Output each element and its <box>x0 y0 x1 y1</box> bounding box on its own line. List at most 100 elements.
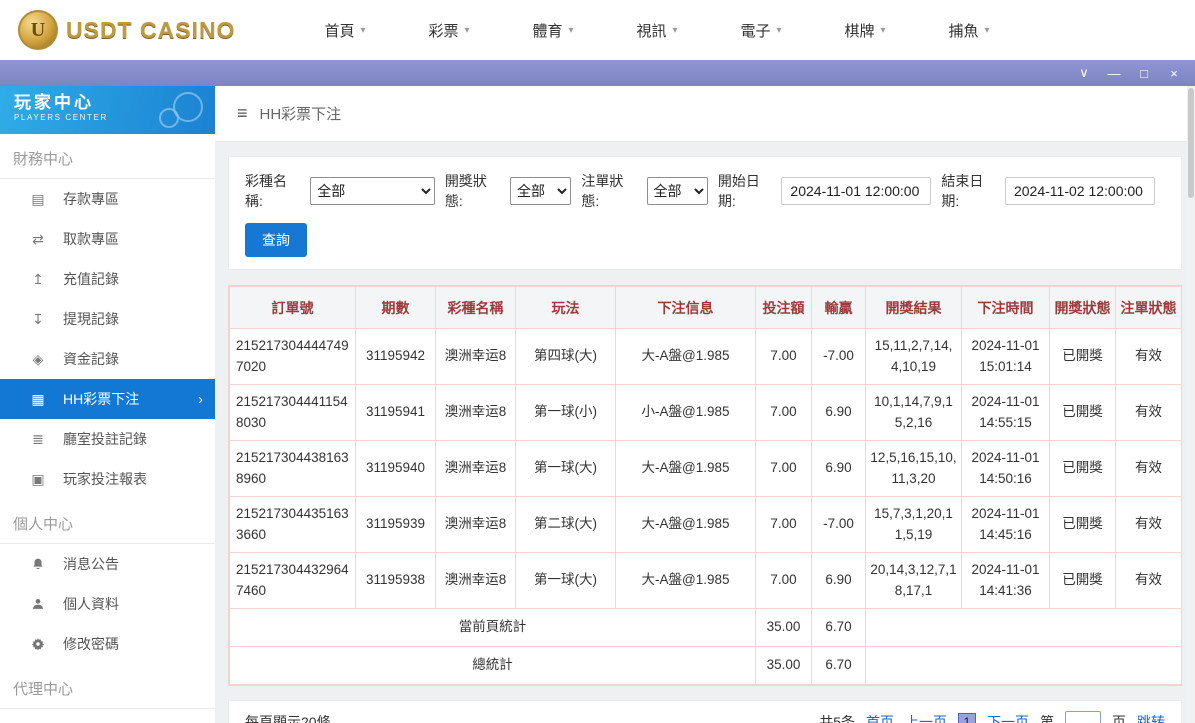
filter-label: 注單狀態: <box>581 173 624 209</box>
scrollbar-thumb[interactable] <box>1188 88 1194 198</box>
prev-page-link[interactable]: 上一页 <box>905 712 947 723</box>
sidebar-item-change-password[interactable]: 修改密碼 <box>0 624 215 664</box>
jump-prefix-text: 第 <box>1040 714 1054 723</box>
cell-order-status: 有效 <box>1115 328 1182 385</box>
cell-period: 31195940 <box>355 440 436 497</box>
cell-order-no: 2152173044351633660 <box>229 496 356 553</box>
jump-suffix-text: 页 <box>1112 714 1126 723</box>
col-result: 開獎結果 <box>865 286 962 329</box>
cell-amount: 7.00 <box>755 440 812 497</box>
cell-draw-status: 已開獎 <box>1049 552 1116 609</box>
lottery-name-select[interactable]: 全部 <box>310 177 435 205</box>
window-dropdown-icon[interactable]: ∨ <box>1069 60 1099 86</box>
window-maximize-icon[interactable]: □ <box>1129 60 1159 86</box>
table-row: 2152173044351633660 31195939 澳洲幸运8 第二球(大… <box>229 496 1182 553</box>
nav-item-live[interactable]: 視訊 ▾ <box>605 0 709 60</box>
cell-result: 15,7,3,1,20,11,5,19 <box>865 496 962 553</box>
chevron-down-icon: ▾ <box>984 24 990 36</box>
sidebar-item-recharge-record[interactable]: ↥ 充值記錄 <box>0 259 215 299</box>
nav-item-cards[interactable]: 棋牌 ▾ <box>813 0 917 60</box>
cell-lottery: 澳洲幸运8 <box>435 440 516 497</box>
filter-start-date: 開始日期: <box>718 171 932 211</box>
filter-label: 開獎狀態: <box>444 173 487 209</box>
cell-draw-status: 已開獎 <box>1049 440 1116 497</box>
cell-bet-time: 2024-11-01 14:50:16 <box>961 440 1050 497</box>
total-count-text: 共5条 <box>819 714 855 723</box>
nav-item-fishing[interactable]: 捕魚 ▾ <box>917 0 1021 60</box>
sidebar-item-label: 存款專區 <box>63 191 119 207</box>
deposit-card-icon: ▤ <box>31 190 45 207</box>
sidebar-item-player-report[interactable]: ▣ 玩家投注報表 <box>0 459 215 499</box>
sidebar-item-label: 修改密碼 <box>63 636 119 652</box>
sidebar-item-deposit[interactable]: ▤ 存款專區 <box>0 179 215 219</box>
cell-draw-status: 已開獎 <box>1049 328 1116 385</box>
chevron-right-icon: › <box>198 390 203 408</box>
sidebar-item-announcements[interactable]: 消息公告 <box>0 544 215 584</box>
start-date-input[interactable] <box>781 177 932 205</box>
cell-result: 15,11,2,7,14,4,10,19 <box>865 328 962 385</box>
col-order-status: 注單狀態 <box>1115 286 1182 329</box>
col-play: 玩法 <box>515 286 616 329</box>
cell-order-no: 2152173044381638960 <box>229 440 356 497</box>
sidebar-item-withdrawal-record[interactable]: ↧ 提現記錄 <box>0 299 215 339</box>
hamburger-menu-icon[interactable]: ≡ <box>237 103 248 124</box>
draw-status-select[interactable]: 全部 <box>510 177 572 205</box>
end-date-input[interactable] <box>1004 177 1155 205</box>
cell-amount: 7.00 <box>755 384 812 441</box>
window-close-icon[interactable]: × <box>1159 60 1189 86</box>
first-page-link[interactable]: 首页 <box>866 712 894 723</box>
order-status-select[interactable]: 全部 <box>646 177 708 205</box>
sidebar-item-withdraw[interactable]: ⇄ 取款專區 <box>0 219 215 259</box>
cell-bet-time: 2024-11-01 14:45:16 <box>961 496 1050 553</box>
nav-item-home[interactable]: 首頁 ▾ <box>293 0 397 60</box>
cell-result: 20,14,3,12,7,18,17,1 <box>865 552 962 609</box>
filter-label: 結束日期: <box>941 173 984 209</box>
section-agent-center: 代理中心 <box>0 664 215 709</box>
sidebar: 玩家中心 PLAYERS CENTER 財務中心 ▤ 存款專區 ⇄ 取款專區 ↥… <box>0 86 215 723</box>
nav-label: 體育 <box>532 22 563 40</box>
search-button[interactable]: 查詢 <box>245 223 307 257</box>
window-titlebar: ∨ — □ × <box>0 60 1195 86</box>
cell-win-loss: 6.90 <box>811 384 866 441</box>
sidebar-item-label: 取款專區 <box>63 231 119 247</box>
cell-period: 31195941 <box>355 384 436 441</box>
window-minimize-icon[interactable]: — <box>1099 60 1129 86</box>
col-lottery: 彩種名稱 <box>435 286 516 329</box>
col-win-loss: 輸贏 <box>811 286 866 329</box>
cell-lottery: 澳洲幸运8 <box>435 384 516 441</box>
next-page-link[interactable]: 下一页 <box>987 712 1029 723</box>
chevron-down-icon: ▾ <box>776 24 782 36</box>
nav-item-sports[interactable]: 體育 ▾ <box>501 0 605 60</box>
cell-order-status: 有效 <box>1115 496 1182 553</box>
current-page-badge[interactable]: 1 <box>958 713 976 723</box>
cell-result: 10,1,14,7,9,15,2,16 <box>865 384 962 441</box>
page-jump-button[interactable]: 跳转 <box>1137 712 1165 723</box>
pager-controls: 共5条 首页 上一页 1 下一页 第 页 跳转 <box>819 711 1165 723</box>
cell-play: 第一球(小) <box>515 384 616 441</box>
summary-empty <box>865 646 1182 685</box>
cell-play: 第二球(大) <box>515 496 616 553</box>
sidebar-item-hh-lottery-bet[interactable]: ▦ HH彩票下注 › <box>0 379 215 419</box>
gear-icon <box>28 637 48 651</box>
pagination-bar: 每頁顯示20條 共5条 首页 上一页 1 下一页 第 页 跳转 <box>228 700 1182 723</box>
page-jump-input[interactable] <box>1065 711 1101 723</box>
sidebar-item-hall-bet-record[interactable]: ≣ 廳室投註記錄 <box>0 419 215 459</box>
col-order-no: 訂單號 <box>229 286 356 329</box>
sidebar-item-funds-record[interactable]: ◈ 資金記錄 <box>0 339 215 379</box>
logo: U USDT CASINO <box>18 10 253 50</box>
nav-item-slots[interactable]: 電子 ▾ <box>709 0 813 60</box>
chevron-down-icon: ▾ <box>568 24 574 36</box>
sidebar-item-label: 充值記錄 <box>63 271 119 287</box>
cell-lottery: 澳洲幸运8 <box>435 328 516 385</box>
nav-item-lottery[interactable]: 彩票 ▾ <box>397 0 501 60</box>
cell-period: 31195942 <box>355 328 436 385</box>
table-row: 2152173044411548030 31195941 澳洲幸运8 第一球(小… <box>229 384 1182 441</box>
nav-label: 首頁 <box>324 22 355 40</box>
section-finance-center: 財務中心 <box>0 134 215 179</box>
sidebar-item-profile[interactable]: 個人資料 <box>0 584 215 624</box>
cell-amount: 7.00 <box>755 496 812 553</box>
summary-label: 總統計 <box>229 646 756 685</box>
players-center-banner: 玩家中心 PLAYERS CENTER <box>0 86 215 134</box>
vertical-scrollbar[interactable] <box>1187 86 1195 723</box>
cell-bet-info: 大-A盤@1.985 <box>615 328 756 385</box>
